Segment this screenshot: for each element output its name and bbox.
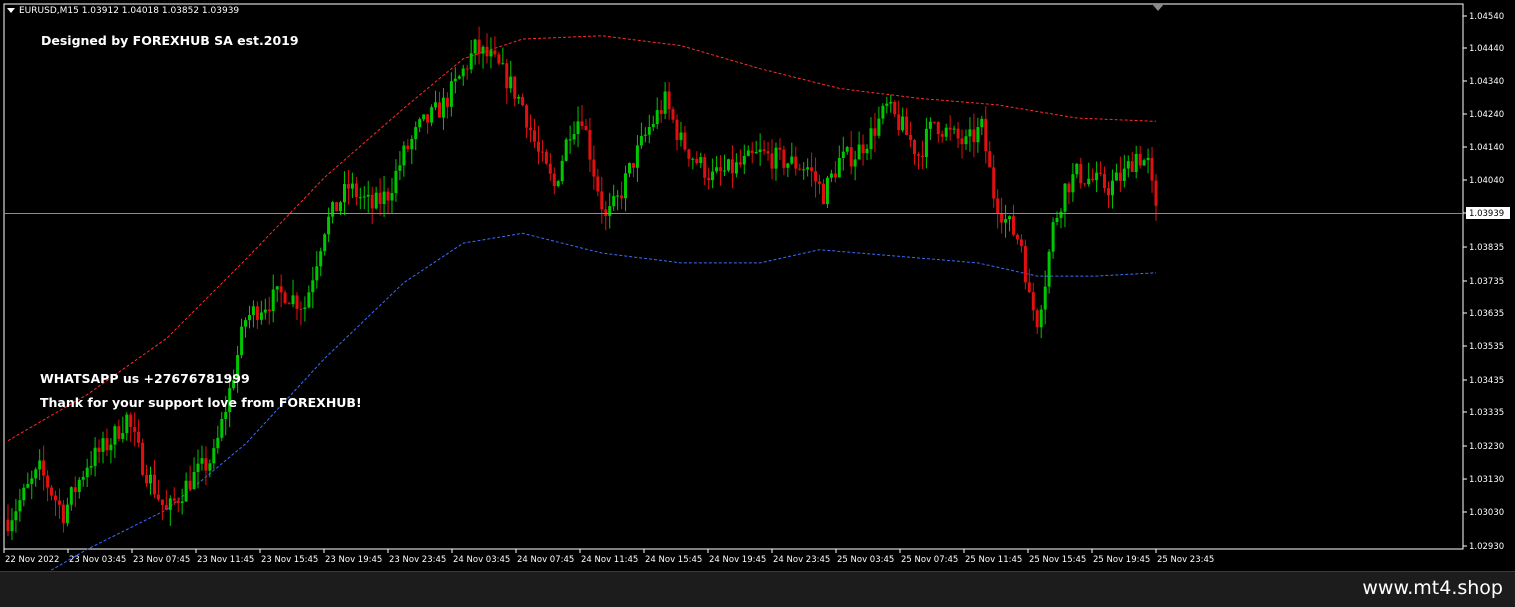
y-tick-label: 1.04540 <box>1469 12 1504 22</box>
x-tick-label: 24 Nov 19:45 <box>709 555 766 565</box>
symbol-info-text: EURUSD,M15 1.03912 1.04018 1.03852 1.039… <box>19 6 240 16</box>
y-tick-label: 1.03535 <box>1469 342 1504 352</box>
x-tick-label: 24 Nov 03:45 <box>453 555 510 565</box>
y-tick-label: 1.03030 <box>1469 508 1504 518</box>
whatsapp-contact: WHATSAPP us +27676781999 <box>40 371 250 386</box>
candle <box>1023 239 1027 290</box>
x-tick-label: 25 Nov 15:45 <box>1029 555 1086 565</box>
x-tick-label: 24 Nov 23:45 <box>773 555 830 565</box>
x-tick-label: 24 Nov 15:45 <box>645 555 702 565</box>
symbol-info-line: EURUSD,M15 1.03912 1.04018 1.03852 1.039… <box>7 6 239 16</box>
footer-bar: www.mt4.shop <box>0 571 1515 607</box>
y-tick-label: 1.04040 <box>1469 176 1504 186</box>
designer-credit: Designed by FOREXHUB SA est.2019 <box>41 33 299 48</box>
x-tick-label: 23 Nov 11:45 <box>197 555 254 565</box>
chart-area[interactable]: 1.04540 1.04440 1.04340 1.04240 1.04140 1.040… <box>0 0 1515 571</box>
x-tick-label: 25 Nov 19:45 <box>1093 555 1150 565</box>
candle <box>141 438 145 477</box>
x-tick-label: 23 Nov 19:45 <box>325 555 382 565</box>
y-tick-label: 1.03335 <box>1469 408 1504 418</box>
x-tick-label: 23 Nov 07:45 <box>133 555 190 565</box>
y-tick-label: 1.04440 <box>1469 44 1504 54</box>
plot-border <box>3 3 1464 550</box>
candle <box>825 175 829 209</box>
price-chart-svg[interactable]: 1.04540 1.04440 1.04340 1.04240 1.04140 1.040… <box>0 0 1515 571</box>
current-price-label: 1.03939 <box>1469 209 1504 219</box>
x-tick-label: 23 Nov 23:45 <box>389 555 446 565</box>
x-tick-label: 24 Nov 07:45 <box>517 555 574 565</box>
x-axis: 22 Nov 2022 23 Nov 03:45 23 Nov 07:45 23 No… <box>3 549 1214 565</box>
x-tick-label: 23 Nov 03:45 <box>69 555 126 565</box>
y-tick-label: 1.03835 <box>1469 243 1504 253</box>
y-tick-label: 1.03435 <box>1469 376 1504 386</box>
y-tick-label: 1.03735 <box>1469 277 1504 287</box>
x-tick-label: 23 Nov 15:45 <box>261 555 318 565</box>
chart-shift-marker-icon[interactable] <box>1152 4 1164 11</box>
candle <box>335 202 339 212</box>
y-tick-label: 1.03230 <box>1469 442 1504 452</box>
y-tick-label: 1.04140 <box>1469 143 1504 153</box>
candle <box>727 158 730 173</box>
y-tick-label: 1.03130 <box>1469 475 1504 485</box>
x-tick-label: 25 Nov 23:45 <box>1157 555 1214 565</box>
y-tick-label: 1.02930 <box>1469 542 1504 552</box>
y-tick-label: 1.04240 <box>1469 110 1504 120</box>
thanks-message: Thank for your support love from FOREXHU… <box>40 395 362 410</box>
dropdown-triangle-icon[interactable] <box>7 8 15 13</box>
y-axis: 1.04540 1.04440 1.04340 1.04240 1.04140 1.040… <box>1463 12 1510 552</box>
x-tick-label: 25 Nov 03:45 <box>837 555 894 565</box>
x-tick-label: 24 Nov 11:45 <box>581 555 638 565</box>
x-tick-label: 22 Nov 2022 <box>5 555 59 565</box>
site-watermark: www.mt4.shop <box>1362 577 1503 599</box>
y-tick-label: 1.04340 <box>1469 77 1504 87</box>
y-tick-label: 1.03635 <box>1469 309 1504 319</box>
x-tick-label: 25 Nov 11:45 <box>965 555 1022 565</box>
x-tick-label: 25 Nov 07:45 <box>901 555 958 565</box>
candle <box>564 137 568 162</box>
